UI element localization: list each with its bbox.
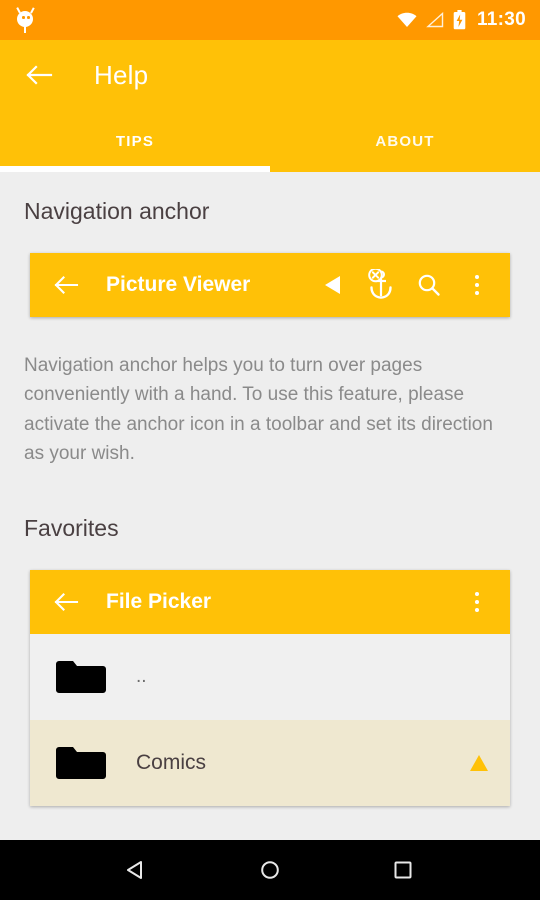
- tab-tips[interactable]: TIPS: [0, 110, 270, 172]
- status-bar-right: 11:30: [397, 9, 526, 31]
- system-navigation-bar: [0, 840, 540, 900]
- arrow-back-icon: [54, 276, 79, 294]
- arrow-back-icon: [26, 65, 53, 85]
- more-vert-icon: [474, 274, 480, 296]
- section-heading-favorites: Favorites: [24, 514, 119, 541]
- nav-recents-square-icon: [394, 861, 412, 879]
- back-button[interactable]: [22, 58, 56, 92]
- overflow-menu-button[interactable]: [460, 268, 494, 302]
- status-bar-left: [14, 7, 36, 33]
- favorite-marker-icon: [468, 752, 490, 774]
- demo-back-button[interactable]: [50, 586, 82, 618]
- file-list: .. Comics: [30, 633, 510, 806]
- navigation-anchor-button[interactable]: [364, 268, 398, 302]
- system-recents-button[interactable]: [382, 849, 424, 891]
- overflow-menu-button[interactable]: [460, 585, 494, 619]
- list-item-label: ..: [136, 665, 147, 687]
- search-icon: [418, 274, 440, 296]
- demo-toolbar-title: File Picker: [106, 589, 212, 613]
- nav-home-circle-icon: [261, 861, 279, 879]
- system-back-button[interactable]: [116, 849, 158, 891]
- picture-viewer-toolbar: Picture Viewer: [30, 253, 510, 317]
- section-heading-navigation-anchor: Navigation anchor: [24, 198, 210, 224]
- play-left-triangle-icon: [325, 276, 340, 294]
- file-picker-demo-card: File Picker .. Comics: [30, 569, 510, 806]
- picture-viewer-actions: [316, 268, 494, 302]
- system-home-button[interactable]: [249, 849, 291, 891]
- list-item[interactable]: Comics: [30, 719, 510, 806]
- demo-back-button[interactable]: [50, 269, 82, 301]
- page-title: Help: [94, 59, 149, 90]
- anchor-disabled-icon: [368, 269, 392, 299]
- nav-back-triangle-icon: [126, 861, 142, 879]
- search-button[interactable]: [412, 268, 446, 302]
- tab-about[interactable]: ABOUT: [270, 110, 540, 172]
- tab-bar: TIPS ABOUT: [0, 110, 540, 172]
- signal-icon: [426, 11, 444, 28]
- status-bar-clock: 11:30: [476, 9, 526, 30]
- folder-icon: [54, 742, 108, 784]
- folder-icon: [54, 656, 108, 698]
- list-item-label: Comics: [136, 750, 207, 774]
- navigation-anchor-description: Navigation anchor helps you to turn over…: [24, 355, 493, 465]
- direction-left-button[interactable]: [316, 268, 350, 302]
- android-bug-icon: [14, 7, 36, 33]
- more-vert-icon: [474, 591, 480, 612]
- battery-charging-icon: [453, 10, 466, 30]
- picture-viewer-demo-card: Picture Viewer: [30, 253, 510, 317]
- arrow-back-icon: [54, 592, 79, 611]
- file-picker-actions: [460, 585, 494, 619]
- list-item[interactable]: ..: [30, 633, 510, 720]
- wifi-icon: [397, 12, 417, 28]
- app-bar: Help: [0, 40, 540, 110]
- scroll-content[interactable]: Navigation anchor Picture Viewer Navigat…: [0, 172, 540, 886]
- status-bar: 11:30: [0, 0, 540, 40]
- file-picker-toolbar: File Picker: [30, 569, 510, 634]
- demo-toolbar-title: Picture Viewer: [106, 273, 251, 296]
